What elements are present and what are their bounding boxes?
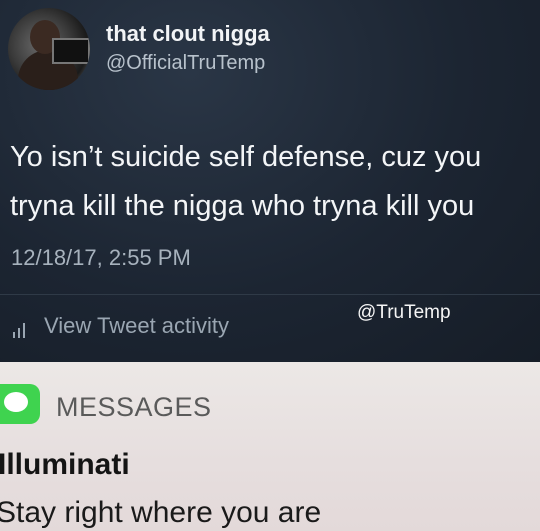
notification-sender: Illuminati [0,448,130,481]
avatar-laptop-shape [52,38,90,64]
view-tweet-activity-label: View Tweet activity [44,313,230,338]
message-notification[interactable]: MESSAGES Illuminati Stay right where you… [0,362,540,531]
user-handle[interactable]: @OfficialTruTemp [106,52,265,75]
view-tweet-activity-link[interactable]: View Tweet activity [12,313,229,339]
tweet-card: that clout nigga @OfficialTruTemp Yo isn… [0,0,540,362]
bar-chart-icon [12,318,34,338]
display-name[interactable]: that clout nigga [106,21,270,47]
tweet-timestamp: 12/18/17, 2:55 PM [11,245,191,270]
notification-app-name: MESSAGES [56,392,212,422]
avatar[interactable] [8,8,90,90]
watermark: @TruTemp [357,302,451,323]
divider [0,294,540,295]
tweet-text: Yo isn’t suicide self defense, cuz you t… [10,133,540,231]
notification-message: Stay right where you are [0,496,322,529]
tweet-text-line-1: Yo isn’t suicide self defense, cuz you [10,141,482,173]
messages-icon [0,384,40,424]
tweet-text-line-2: tryna kill the nigga who tryna kill you [10,190,475,222]
